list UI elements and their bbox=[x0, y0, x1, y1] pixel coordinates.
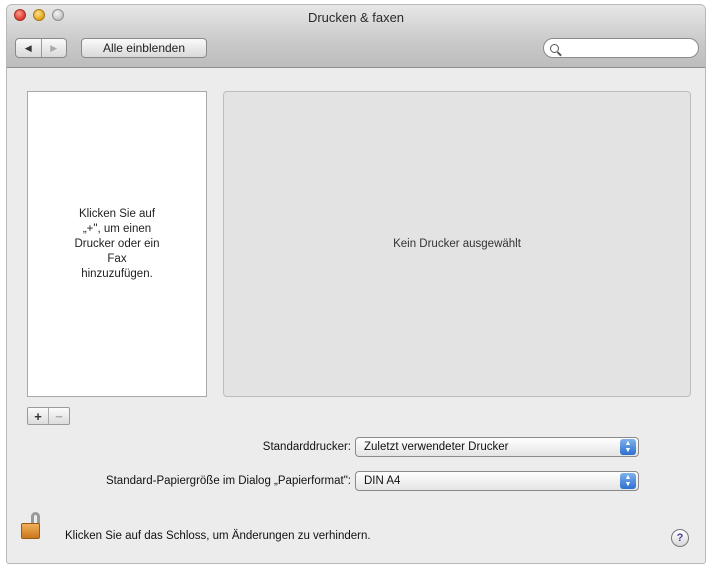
window-title: Drucken & faxen bbox=[307, 10, 405, 25]
toolbar: Drucken & faxen ◀ ▶ Alle einblenden bbox=[7, 5, 705, 68]
printer-detail-pane: Kein Drucker ausgewählt bbox=[223, 91, 691, 397]
lock-body bbox=[21, 523, 40, 539]
paper-size-popup[interactable]: DIN A4 ▲ ▼ bbox=[355, 471, 639, 491]
back-button[interactable]: ◀ bbox=[16, 39, 41, 57]
printer-list[interactable]: Klicken Sie auf „+", um einen Drucker od… bbox=[27, 91, 207, 397]
popup-arrows-icon: ▲ ▼ bbox=[620, 473, 636, 489]
default-printer-label: Standarddrucker: bbox=[262, 441, 351, 453]
search-input[interactable] bbox=[563, 41, 687, 55]
add-printer-hint: Klicken Sie auf „+", um einen Drucker od… bbox=[74, 207, 160, 280]
lock-hint-text: Klicken Sie auf das Schloss, um Änderung… bbox=[65, 530, 371, 542]
popup-arrows-icon: ▲ ▼ bbox=[620, 439, 636, 455]
show-all-button[interactable]: Alle einblenden bbox=[81, 38, 207, 58]
default-printer-popup[interactable]: Zuletzt verwendeter Drucker ▲ ▼ bbox=[355, 437, 639, 457]
no-printer-selected-text: Kein Drucker ausgewählt bbox=[393, 238, 521, 250]
add-printer-button[interactable]: + bbox=[28, 408, 48, 424]
remove-printer-button[interactable]: − bbox=[48, 408, 69, 424]
help-button[interactable]: ? bbox=[671, 529, 689, 547]
paper-size-value: DIN A4 bbox=[364, 475, 401, 487]
lock-icon[interactable] bbox=[21, 512, 45, 540]
search-icon bbox=[550, 43, 559, 53]
search-field[interactable] bbox=[543, 38, 699, 58]
navigation-segment: ◀ ▶ bbox=[15, 38, 67, 58]
add-remove-bar: + − bbox=[27, 407, 70, 425]
forward-button[interactable]: ▶ bbox=[40, 39, 67, 57]
preferences-window: Drucken & faxen ◀ ▶ Alle einblenden Klic… bbox=[6, 4, 706, 564]
default-printer-value: Zuletzt verwendeter Drucker bbox=[364, 441, 509, 453]
paper-size-label: Standard-Papiergröße im Dialog „Papierfo… bbox=[105, 475, 351, 487]
